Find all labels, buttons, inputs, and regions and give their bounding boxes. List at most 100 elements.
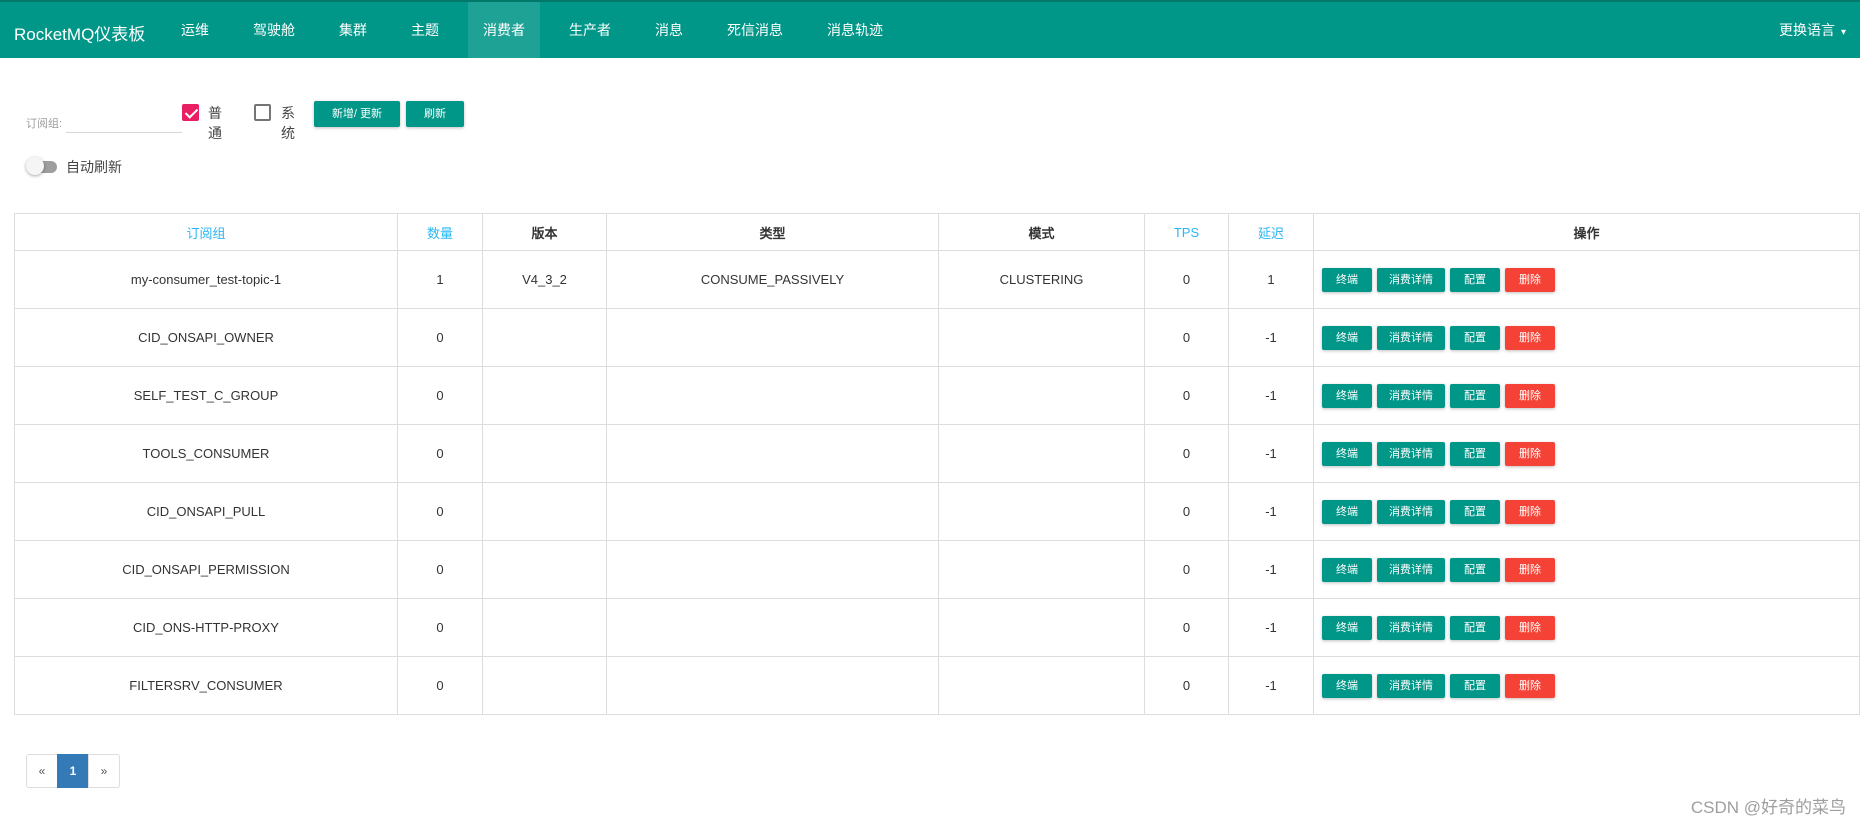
cell-delay: -1 — [1228, 424, 1314, 483]
pagination-next[interactable]: » — [88, 754, 120, 788]
cell-subscription-group: CID_ONS-HTTP-PROXY — [14, 598, 398, 657]
nav-item-0[interactable]: 运维 — [166, 2, 224, 58]
auto-refresh-label: 自动刷新 — [66, 159, 122, 175]
system-checkbox[interactable] — [254, 104, 271, 121]
cell-type — [606, 366, 939, 425]
config-button[interactable]: 配置 — [1450, 267, 1500, 292]
config-button[interactable]: 配置 — [1450, 383, 1500, 408]
app-brand[interactable]: RocketMQ仪表板 — [14, 20, 145, 45]
consume-detail-button[interactable]: 消费详情 — [1377, 557, 1445, 582]
cell-version: V4_3_2 — [482, 250, 607, 309]
cell-operations: 终端 消费详情 配置 删除 — [1313, 598, 1860, 657]
cell-version — [482, 366, 607, 425]
delete-button[interactable]: 删除 — [1505, 673, 1555, 698]
cell-operations: 终端 消费详情 配置 删除 — [1313, 366, 1860, 425]
system-checkbox-label: 系统 — [281, 105, 295, 141]
cell-tps: 0 — [1144, 250, 1229, 309]
refresh-button[interactable]: 刷新 — [406, 101, 464, 127]
consume-detail-button[interactable]: 消费详情 — [1377, 615, 1445, 640]
cell-mode — [938, 482, 1145, 541]
cell-mode — [938, 308, 1145, 367]
config-button[interactable]: 配置 — [1450, 441, 1500, 466]
client-button[interactable]: 终端 — [1322, 499, 1372, 524]
consume-detail-button[interactable]: 消费详情 — [1377, 499, 1445, 524]
consume-detail-button[interactable]: 消费详情 — [1377, 441, 1445, 466]
client-button[interactable]: 终端 — [1322, 325, 1372, 350]
header-mode: 模式 — [938, 213, 1145, 251]
subscription-group-input[interactable] — [66, 108, 182, 133]
language-label: 更换语言 — [1778, 22, 1835, 38]
normal-checkbox[interactable] — [182, 104, 199, 121]
nav-menu: 运维 驾驶舱 集群 主题 消费者 生产者 消息 死信消息 消息轨迹 — [166, 2, 912, 58]
client-button[interactable]: 终端 — [1322, 383, 1372, 408]
cell-mode — [938, 540, 1145, 599]
nav-item-5[interactable]: 生产者 — [554, 2, 626, 58]
client-button[interactable]: 终端 — [1322, 615, 1372, 640]
cell-operations: 终端 消费详情 配置 删除 — [1313, 656, 1860, 715]
subscription-group-label: 订阅组: — [26, 118, 63, 130]
cell-mode — [938, 424, 1145, 483]
config-button[interactable]: 配置 — [1450, 673, 1500, 698]
nav-item-3[interactable]: 主题 — [396, 2, 454, 58]
nav-item-7[interactable]: 死信消息 — [712, 2, 798, 58]
consume-detail-button[interactable]: 消费详情 — [1377, 267, 1445, 292]
add-update-button[interactable]: 新增/ 更新 — [314, 101, 400, 127]
config-button[interactable]: 配置 — [1450, 557, 1500, 582]
cell-type — [606, 598, 939, 657]
cell-tps: 0 — [1144, 598, 1229, 657]
consumer-table: 订阅组 数量 版本 类型 模式 TPS 延迟 操作 my-consumer_te… — [14, 213, 1860, 715]
cell-version — [482, 598, 607, 657]
cell-mode — [938, 656, 1145, 715]
header-subscription-group[interactable]: 订阅组 — [14, 213, 398, 251]
cell-subscription-group: CID_ONSAPI_PERMISSION — [14, 540, 398, 599]
config-button[interactable]: 配置 — [1450, 615, 1500, 640]
cell-mode — [938, 598, 1145, 657]
caret-down-icon: ▾ — [1840, 27, 1846, 38]
header-count[interactable]: 数量 — [397, 213, 483, 251]
language-dropdown[interactable]: 更换语言 ▾ — [1779, 2, 1846, 61]
client-button[interactable]: 终端 — [1322, 673, 1372, 698]
delete-button[interactable]: 删除 — [1505, 441, 1555, 466]
consume-detail-button[interactable]: 消费详情 — [1377, 383, 1445, 408]
delete-button[interactable]: 删除 — [1505, 499, 1555, 524]
config-button[interactable]: 配置 — [1450, 499, 1500, 524]
client-button[interactable]: 终端 — [1322, 441, 1372, 466]
client-button[interactable]: 终端 — [1322, 267, 1372, 292]
delete-button[interactable]: 删除 — [1505, 383, 1555, 408]
consume-detail-button[interactable]: 消费详情 — [1377, 325, 1445, 350]
config-button[interactable]: 配置 — [1450, 325, 1500, 350]
cell-operations: 终端 消费详情 配置 删除 — [1313, 250, 1860, 309]
delete-button[interactable]: 删除 — [1505, 267, 1555, 292]
table-row: CID_ONSAPI_PULL 0 0 -1 终端 消费详情 配置 删除 — [14, 482, 1860, 541]
cell-tps: 0 — [1144, 308, 1229, 367]
nav-item-1[interactable]: 驾驶舱 — [238, 2, 310, 58]
cell-type — [606, 424, 939, 483]
cell-delay: -1 — [1228, 482, 1314, 541]
nav-item-8[interactable]: 消息轨迹 — [812, 2, 898, 58]
cell-operations: 终端 消费详情 配置 删除 — [1313, 540, 1860, 599]
client-button[interactable]: 终端 — [1322, 557, 1372, 582]
delete-button[interactable]: 删除 — [1505, 615, 1555, 640]
cell-tps: 0 — [1144, 540, 1229, 599]
delete-button[interactable]: 删除 — [1505, 325, 1555, 350]
cell-delay: -1 — [1228, 366, 1314, 425]
delete-button[interactable]: 删除 — [1505, 557, 1555, 582]
nav-item-2[interactable]: 集群 — [324, 2, 382, 58]
header-tps[interactable]: TPS — [1144, 213, 1229, 251]
consume-detail-button[interactable]: 消费详情 — [1377, 673, 1445, 698]
pagination-page-1[interactable]: 1 — [57, 754, 89, 788]
header-delay[interactable]: 延迟 — [1228, 213, 1314, 251]
cell-count: 0 — [397, 308, 483, 367]
cell-tps: 0 — [1144, 656, 1229, 715]
nav-item-6[interactable]: 消息 — [640, 2, 698, 58]
normal-checkbox-label: 普通 — [208, 105, 222, 141]
header-type: 类型 — [606, 213, 939, 251]
table-row: CID_ONSAPI_PERMISSION 0 0 -1 终端 消费详情 配置 删除 — [14, 540, 1860, 599]
toggle-knob[interactable] — [26, 157, 44, 175]
pagination: « 1 » — [26, 754, 120, 788]
nav-item-4[interactable]: 消费者 — [468, 2, 540, 58]
cell-subscription-group: my-consumer_test-topic-1 — [14, 250, 398, 309]
table-row: TOOLS_CONSUMER 0 0 -1 终端 消费详情 配置 删除 — [14, 424, 1860, 483]
pagination-prev[interactable]: « — [26, 754, 58, 788]
cell-tps: 0 — [1144, 424, 1229, 483]
